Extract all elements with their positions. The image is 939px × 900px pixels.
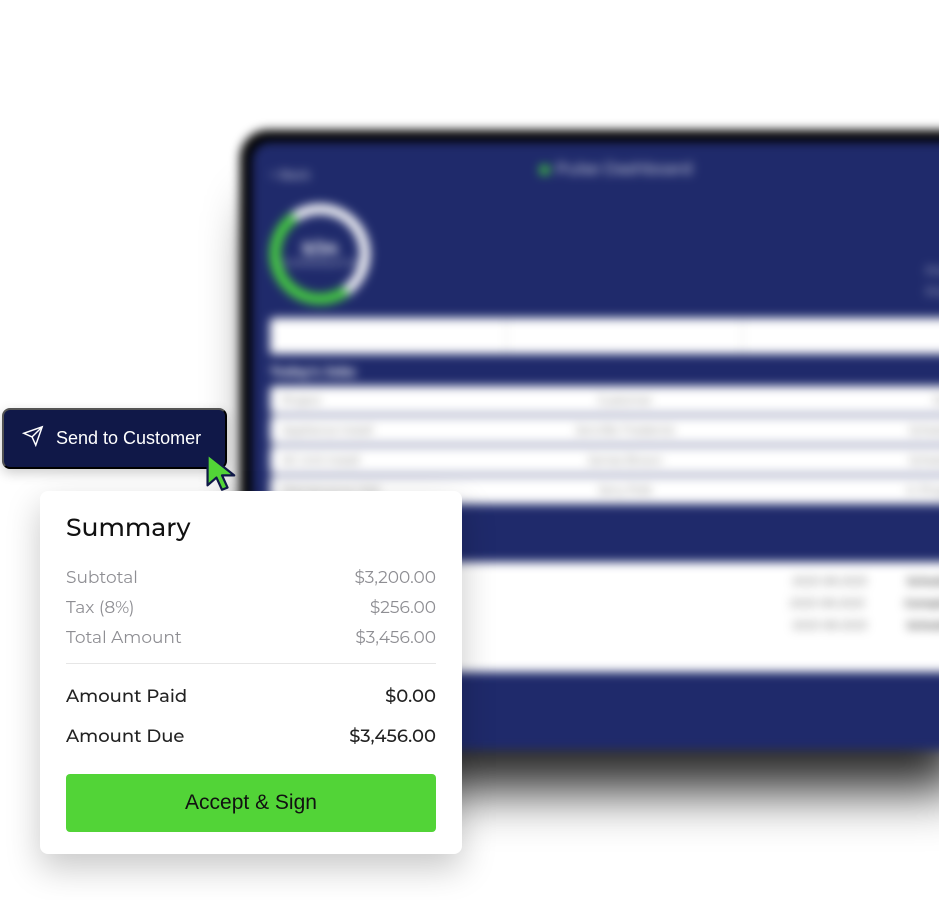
send-to-customer-label: Send to Customer <box>56 428 201 449</box>
amount-due-value: $3,456.00 <box>349 725 436 747</box>
tablet-title: Pulse Dashboard <box>540 160 693 179</box>
total-value: $3,456.00 <box>355 628 436 648</box>
back-button[interactable]: < Back <box>270 168 310 183</box>
paper-plane-icon <box>22 425 44 452</box>
todays-jobs-header: Today's Jobs <box>270 364 939 380</box>
tax-label: Tax (8%) <box>66 598 134 618</box>
accept-and-sign-button[interactable]: Accept & Sign <box>66 774 436 832</box>
total-label: Total Amount <box>66 628 182 648</box>
summary-row-amount-paid: Amount Paid $0.00 <box>66 676 436 716</box>
table-row[interactable]: AC Unit InstallJames BrownScheduled <box>270 446 939 474</box>
send-to-customer-button[interactable]: Send to Customer <box>2 408 227 469</box>
header-right-info: JD Price List Price List <box>926 242 939 303</box>
gauge-value: 5/24 <box>302 240 338 259</box>
summary-row-total: Total Amount $3,456.00 <box>66 623 436 653</box>
tablet-tabs[interactable] <box>270 318 939 354</box>
summary-card: Summary Subtotal $3,200.00 Tax (8%) $256… <box>40 491 462 854</box>
amount-paid-label: Amount Paid <box>66 685 187 707</box>
summary-title: Summary <box>66 513 436 543</box>
gauge-label: RECOMMENDATIONS <box>273 259 368 269</box>
table-row: ProjectCustomerStatus <box>270 386 939 414</box>
status-dot-icon <box>540 165 550 175</box>
subtotal-label: Subtotal <box>66 568 138 588</box>
divider <box>66 663 436 664</box>
table-row[interactable]: Appliance InstallJennifer FrederickSched… <box>270 416 939 444</box>
cursor-icon <box>204 452 240 497</box>
amount-due-label: Amount Due <box>66 725 184 747</box>
summary-row-subtotal: Subtotal $3,200.00 <box>66 563 436 593</box>
tablet-title-text: Pulse Dashboard <box>556 160 693 179</box>
amount-paid-value: $0.00 <box>385 685 436 707</box>
summary-row-tax: Tax (8%) $256.00 <box>66 593 436 623</box>
recommendation-gauge: 5/24 RECOMMENDATIONS <box>270 204 370 304</box>
summary-row-amount-due: Amount Due $3,456.00 <box>66 716 436 756</box>
tax-value: $256.00 <box>370 598 436 618</box>
subtotal-value: $3,200.00 <box>354 568 436 588</box>
